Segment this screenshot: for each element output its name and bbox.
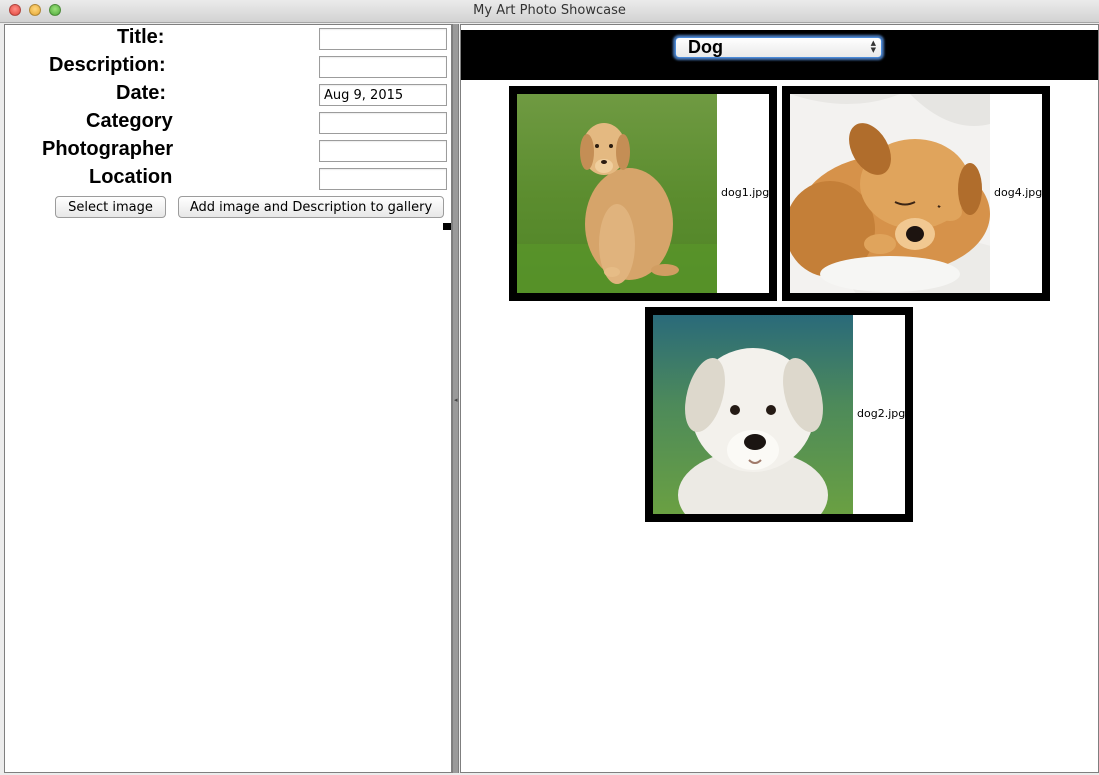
dog4-photo xyxy=(790,94,990,293)
title-input[interactable] xyxy=(319,28,447,50)
photographer-input[interactable] xyxy=(319,140,447,162)
divider-grip-icon: ◂ xyxy=(454,396,458,404)
dog2-photo xyxy=(653,315,853,514)
category-select[interactable]: Dog ▲ ▼ xyxy=(675,37,882,58)
category-bar: Dog ▲ ▼ xyxy=(461,30,1098,80)
gallery-item-filename: dog4.jpg xyxy=(994,186,1043,199)
date-label: Date: xyxy=(116,82,167,104)
image-entry-form-panel: Title: Description: Date: Category Photo… xyxy=(4,24,452,773)
date-input[interactable] xyxy=(319,84,447,106)
location-label: Location xyxy=(89,166,173,188)
dog1-photo xyxy=(517,94,717,293)
gallery-item-frame: dog4.jpg xyxy=(790,94,1042,293)
gallery-item-frame: dog2.jpg xyxy=(653,315,905,514)
window-title-bar[interactable]: My Art Photo Showcase xyxy=(0,0,1099,23)
category-label: Category xyxy=(86,110,173,132)
select-image-button[interactable]: Select image xyxy=(55,196,166,218)
location-input[interactable] xyxy=(319,168,447,190)
category-select-value: Dog xyxy=(688,37,723,57)
gallery-item-filename: dog1.jpg xyxy=(721,186,770,199)
description-label: Description: xyxy=(49,54,166,76)
add-to-gallery-button[interactable]: Add image and Description to gallery xyxy=(178,196,444,218)
gallery-item[interactable]: dog1.jpg xyxy=(509,86,777,301)
split-pane-divider[interactable]: ◂ xyxy=(452,24,459,773)
gallery-item-frame: dog1.jpg xyxy=(517,94,769,293)
gallery-item-filename: dog2.jpg xyxy=(857,407,906,420)
window-title: My Art Photo Showcase xyxy=(473,3,626,18)
description-input[interactable] xyxy=(319,56,447,78)
gallery-item[interactable]: dog4.jpg xyxy=(782,86,1050,301)
photographer-label: Photographer xyxy=(42,138,174,160)
select-arrows-icon: ▲ ▼ xyxy=(870,39,876,54)
gallery-item[interactable]: dog2.jpg xyxy=(645,307,913,522)
gallery-panel: Dog ▲ ▼ dog1.jpg dog4.jpg dog2.jpg xyxy=(460,24,1099,773)
panel-resize-handle[interactable] xyxy=(443,223,451,230)
category-input[interactable] xyxy=(319,112,447,134)
title-label: Title: xyxy=(117,26,165,48)
